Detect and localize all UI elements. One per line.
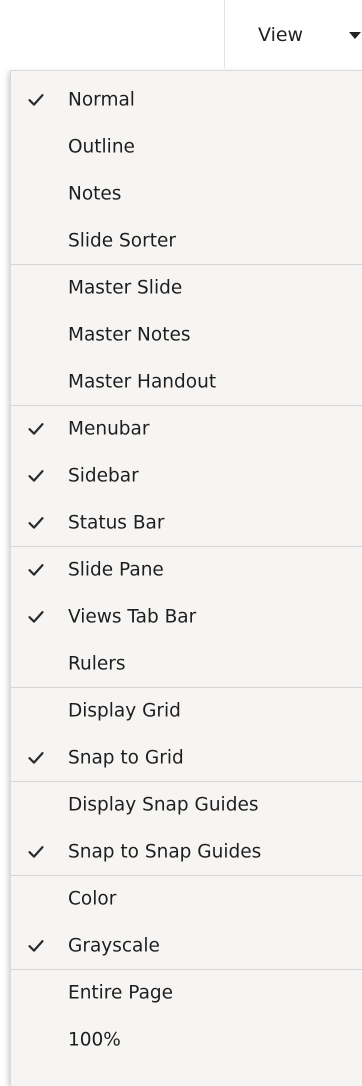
checkmark-icon	[27, 842, 45, 860]
menu-item-entire-page[interactable]: Entire Page	[11, 969, 362, 1016]
menu-item-100[interactable]: 100%	[11, 1016, 362, 1063]
view-menu-button[interactable]: View	[226, 0, 362, 80]
menu-item-label: Display Grid	[68, 700, 181, 722]
menu-item-master-handout[interactable]: Master Handout	[11, 358, 362, 405]
checkmark-icon	[27, 466, 45, 484]
menu-item-snap-to-snap-guides[interactable]: Snap to Snap Guides	[11, 828, 362, 875]
menu-item-label: Snap to Snap Guides	[68, 841, 262, 862]
checkmark-icon	[27, 936, 45, 954]
menu-item-status-bar[interactable]: Status Bar	[11, 499, 362, 546]
menu-item-label: Display Snap Guides	[68, 794, 259, 816]
menu-item-label: Rulers	[68, 653, 126, 674]
dropdown-arrow-icon	[349, 32, 361, 39]
menu-item-label: Master Slide	[68, 277, 183, 299]
view-menu-label: View	[258, 24, 304, 46]
menu-item-views-tab-bar[interactable]: Views Tab Bar	[11, 593, 362, 640]
menu-item-label: Slide Pane	[68, 559, 164, 581]
checkmark-icon	[27, 561, 45, 579]
menu-item-label: Views Tab Bar	[68, 606, 197, 627]
menu-item-label: Master Notes	[68, 324, 191, 345]
menu-item-display-snap-guides[interactable]: Display Snap Guides	[11, 781, 362, 828]
menu-item-rulers[interactable]: Rulers	[11, 640, 362, 687]
menu-item-label: Outline	[68, 136, 135, 157]
menu-item-label: Grayscale	[68, 935, 160, 956]
checkmark-icon	[27, 748, 45, 766]
menu-item-label: Sidebar	[68, 465, 139, 486]
menu-item-label: Master Handout	[68, 371, 217, 392]
menu-item-grayscale[interactable]: Grayscale	[11, 922, 362, 969]
menu-item-display-grid[interactable]: Display Grid	[11, 687, 362, 734]
menu-item-master-notes[interactable]: Master Notes	[11, 311, 362, 358]
menu-item-label: 100%	[68, 1029, 121, 1050]
menu-item-label: Color	[68, 888, 117, 910]
menu-item-slide-pane[interactable]: Slide Pane	[11, 546, 362, 593]
checkmark-icon	[27, 90, 45, 108]
menu-item-color[interactable]: Color	[11, 875, 362, 922]
menu-item-label: Notes	[68, 183, 122, 204]
menu-item-label: Slide Sorter	[68, 230, 176, 251]
menu-item-label: Snap to Grid	[68, 747, 184, 768]
menu-item-master-slide[interactable]: Master Slide	[11, 264, 362, 311]
menu-item-normal[interactable]: Normal	[11, 76, 362, 123]
menu-item-snap-to-grid[interactable]: Snap to Grid	[11, 734, 362, 781]
menu-item-outline[interactable]: Outline	[11, 123, 362, 170]
menu-item-menubar[interactable]: Menubar	[11, 405, 362, 452]
toolbar-divider	[224, 0, 225, 68]
view-dropdown-menu: Normal Outline Notes Slide Sorter Master Sli…	[10, 70, 362, 1086]
menu-item-sidebar[interactable]: Sidebar	[11, 452, 362, 499]
menu-item-notes[interactable]: Notes	[11, 170, 362, 217]
menubar-area: View	[0, 0, 362, 80]
menu-item-label: Normal	[68, 89, 135, 110]
menu-item-label: Status Bar	[68, 512, 165, 533]
menu-item-label: Menubar	[68, 418, 150, 440]
menu-item-label: Entire Page	[68, 982, 174, 1004]
checkmark-icon	[27, 607, 45, 625]
checkmark-icon	[27, 513, 45, 531]
menu-item-slide-sorter[interactable]: Slide Sorter	[11, 217, 362, 264]
checkmark-icon	[27, 420, 45, 438]
